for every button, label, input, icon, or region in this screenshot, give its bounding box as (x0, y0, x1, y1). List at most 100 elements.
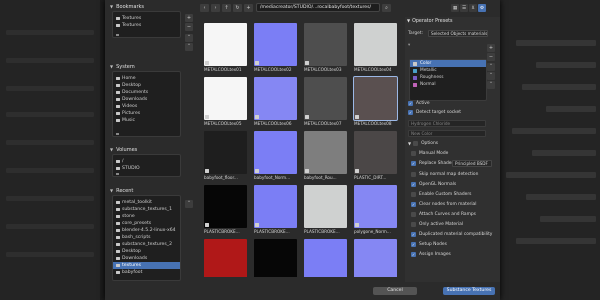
sidebar-item-music[interactable]: Music (113, 117, 180, 124)
search-icon[interactable]: ⌕ (382, 3, 391, 12)
file-thumbnail[interactable]: METALCOOLtex04 (354, 23, 400, 73)
file-thumbnail[interactable]: METALCOOLtex03 (304, 23, 350, 73)
bookmarks-header[interactable]: ▼ Bookmarks (108, 2, 194, 11)
resize-grip[interactable] (116, 133, 119, 135)
move-layer-down-button[interactable]: ˅ (487, 81, 495, 89)
sidebar-item-home[interactable]: Home (113, 75, 180, 82)
file-thumbnail[interactable]: PLASTICBROKE... (254, 239, 300, 277)
confirm-button[interactable]: Substance Textures (443, 287, 495, 295)
option-row[interactable]: Enable Custom Shaders (411, 192, 471, 197)
option-checkbox[interactable] (411, 172, 416, 177)
file-thumbnail[interactable]: babyfoot_Norm... (254, 131, 300, 181)
option-row[interactable]: Skip normal map detection (411, 172, 478, 177)
options-toggle[interactable] (413, 141, 419, 146)
sidebar-item-pictures[interactable]: Pictures (113, 110, 180, 117)
file-thumbnail[interactable]: METALCOOLtex02 (254, 23, 300, 73)
remove-bookmark-button[interactable]: − (185, 23, 193, 31)
option-checkbox[interactable]: ✓ (411, 182, 416, 187)
file-thumbnail[interactable]: METALCOOLtex01 (204, 23, 250, 73)
recent-item[interactable]: stone (113, 213, 180, 220)
recent-item[interactable]: substance_textures_1 (113, 206, 180, 213)
option-checkbox[interactable]: ✓ (411, 232, 416, 237)
active-checkbox[interactable]: ✓ (408, 101, 413, 106)
recent-item-selected[interactable]: textures (113, 262, 180, 269)
file-thumbnail[interactable]: PLASTICBROKE... (254, 185, 300, 235)
system-header[interactable]: ▼ System (108, 62, 194, 71)
option-checkbox[interactable] (411, 212, 416, 217)
options-header[interactable]: ▼ Options (408, 141, 438, 146)
file-thumbnail[interactable]: PLASTIC_DIRT... (354, 131, 400, 181)
file-thumbnail[interactable]: babyfoot_Rou... (304, 131, 350, 181)
filter-icon[interactable]: ⊻ (469, 4, 477, 12)
volume-item[interactable]: / (113, 158, 180, 165)
layer-item-normal[interactable]: Normal (410, 81, 486, 88)
socket-name-input[interactable]: Hydrogen Chloride (408, 120, 486, 127)
file-thumbnail[interactable]: METALCOOLtex06 (254, 77, 300, 127)
active-row[interactable]: ✓ Active (408, 101, 430, 106)
option-row[interactable]: ✓ Duplicated material compatibility (411, 232, 492, 237)
sidebar-item-videos[interactable]: Videos (113, 103, 180, 110)
cancel-button[interactable]: Cancel (373, 287, 417, 295)
recent-item[interactable]: Desktop (113, 248, 180, 255)
file-thumbnail[interactable]: PLASTICBROKE... (354, 239, 400, 277)
resize-grip[interactable] (116, 34, 119, 36)
recent-item[interactable]: substance_textures_2 (113, 241, 180, 248)
sidebar-item-downloads[interactable]: Downloads (113, 96, 180, 103)
manual-mode-row[interactable]: Manual Mode (411, 151, 448, 156)
recent-header[interactable]: ▼ Recent (108, 186, 194, 195)
option-checkbox[interactable] (411, 192, 416, 197)
bookmark-item[interactable]: Textures (113, 22, 180, 29)
remove-layer-button[interactable]: − (487, 53, 495, 61)
option-checkbox[interactable] (411, 222, 416, 227)
directory-path-field[interactable]: /mediacreator/STUDIO/...rocalbabyfoot/te… (256, 3, 380, 12)
forward-button[interactable]: › (211, 3, 220, 12)
recent-item[interactable]: metal_toolkit (113, 199, 180, 206)
option-row[interactable]: ✓ OpenGL Normals (411, 182, 456, 187)
move-down-button[interactable]: ˅ (185, 43, 193, 51)
list-view-icon[interactable]: ☰ (460, 4, 468, 12)
resize-grip[interactable] (116, 173, 119, 175)
recent-item[interactable]: bash_scripts (113, 234, 180, 241)
new-folder-button[interactable]: + (244, 3, 253, 12)
layer-item-metallic[interactable]: Metallic (410, 67, 486, 74)
manual-mode-checkbox[interactable] (411, 151, 416, 156)
settings-gear-icon[interactable]: ⚙ (478, 4, 486, 12)
file-thumbnail[interactable]: METALCOOLtex08 (353, 76, 400, 127)
new-socket-input[interactable]: New Color (408, 130, 486, 137)
move-up-button[interactable]: ˄ (185, 34, 193, 42)
move-layer-up-button[interactable]: ˄ (487, 72, 495, 80)
replace-shader-dropdown[interactable]: Principled BSDF (452, 160, 492, 167)
sidebar-item-desktop[interactable]: Desktop (113, 82, 180, 89)
target-dropdown[interactable]: Selected Objects materials (428, 30, 488, 37)
option-row[interactable]: ✓ Assign Images (411, 252, 451, 257)
recent-item[interactable]: blender-4.5.2-linux-x64 (113, 227, 180, 234)
recent-menu-button[interactable]: ˅ (185, 200, 193, 208)
option-checkbox[interactable]: ✓ (411, 252, 416, 257)
volumes-header[interactable]: ▼ Volumes (108, 145, 194, 154)
add-bookmark-button[interactable]: + (185, 14, 193, 22)
recent-item[interactable]: babyfoot (113, 269, 180, 276)
option-row[interactable]: ✓ Clear nodes from material (411, 202, 476, 207)
file-thumbnail[interactable]: PLASTICBROKE... (304, 185, 350, 235)
recent-item[interactable]: Downloads (113, 255, 180, 262)
refresh-button[interactable]: ↻ (233, 3, 242, 12)
layer-item-roughness[interactable]: Roughness (410, 74, 486, 81)
operator-presets-header[interactable]: ▼ Operator Presets (405, 17, 500, 25)
parent-directory-button[interactable]: ↑ (222, 3, 231, 12)
add-layer-button[interactable]: + (487, 44, 495, 52)
grid-view-icon[interactable]: ▦ (451, 4, 459, 12)
file-thumbnail[interactable]: PLASTICBROKE... (204, 239, 250, 277)
option-checkbox[interactable]: ✓ (411, 202, 416, 207)
back-button[interactable]: ‹ (200, 3, 209, 12)
layer-menu-button[interactable]: ˅ (487, 63, 495, 71)
layer-item-color[interactable]: Color (410, 60, 486, 67)
recent-item[interactable]: core_presets (113, 220, 180, 227)
file-thumbnail[interactable]: PLASTICBROKE... (304, 239, 350, 277)
file-thumbnail[interactable]: METALCOOLtex05 (204, 77, 250, 127)
volume-item[interactable]: STUDIO (113, 165, 180, 172)
detect-socket-row[interactable]: ✓ Detect target socket (408, 110, 461, 115)
file-thumbnail[interactable]: polygone_Norm... (354, 185, 400, 235)
bookmark-item[interactable]: Textures (113, 15, 180, 22)
option-row[interactable]: ✓ Setup Nodes (411, 242, 447, 247)
option-checkbox[interactable]: ✓ (411, 242, 416, 247)
